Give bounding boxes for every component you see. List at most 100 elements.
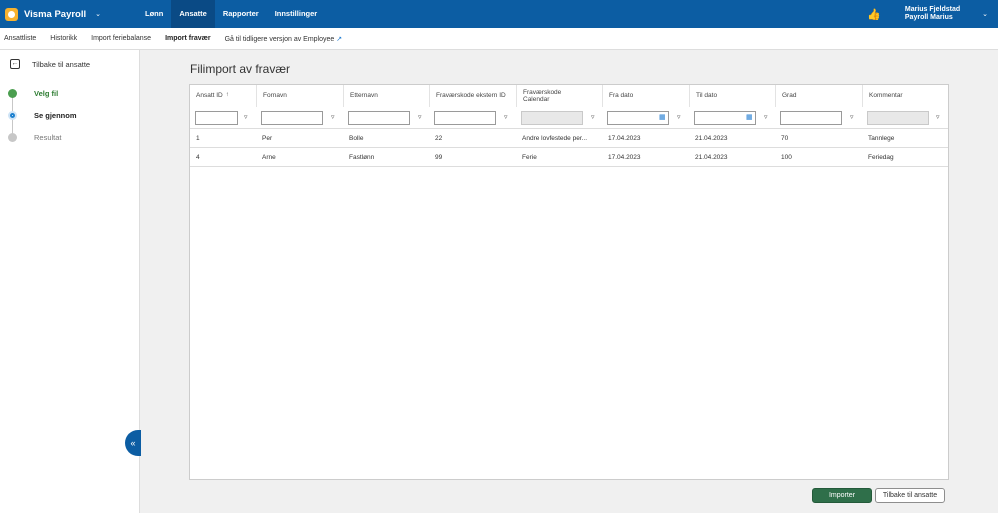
nav-innstillinger[interactable]: Innstillinger xyxy=(267,0,326,28)
user-company: Payroll Marius xyxy=(904,14,953,21)
col-header-fornavn[interactable]: Fornavn xyxy=(256,85,343,107)
col-header-fravaerskode-calendar[interactable]: Fraværskode Calendar xyxy=(516,85,602,107)
chevron-down-icon[interactable]: ⌄ xyxy=(982,10,988,18)
cell-fravaerskode-calendar: Andre lovfestede per... xyxy=(522,135,588,142)
cell-fravaerskode-calendar: Ferie xyxy=(522,154,537,161)
back-label: Tilbake til ansatte xyxy=(32,59,91,69)
import-button[interactable]: Importer xyxy=(812,488,872,503)
filter-etternavn-input[interactable] xyxy=(348,111,410,125)
calendar-icon[interactable]: ▦ xyxy=(659,113,666,121)
grid-header: Ansatt ID ↑ Fornavn Etternavn Fraværskode… xyxy=(190,85,948,107)
step-current-icon xyxy=(8,110,17,120)
filter-fornavn: ▿ xyxy=(256,110,343,126)
col-label: Fra dato xyxy=(609,92,634,100)
filter-icon[interactable]: ▿ xyxy=(936,113,940,121)
cell-fornavn: Arne xyxy=(262,154,276,161)
col-label: Fornavn xyxy=(263,92,287,100)
tab-old-employee-label: Gå til tidligere versjon av Employee xyxy=(224,35,335,43)
cell-fra-dato: 17.04.2023 xyxy=(608,135,641,142)
filter-fravaerskode-ekstern-id: ▿ xyxy=(429,110,516,126)
cell-kommentar: Tannlege xyxy=(868,135,895,142)
filter-icon[interactable]: ▿ xyxy=(331,113,335,121)
tab-historikk[interactable]: Historikk xyxy=(43,35,84,42)
sort-ascending-icon: ↑ xyxy=(225,92,229,99)
table-row[interactable]: 1 Per Bolle 22 Andre lovfestede per... 1… xyxy=(190,129,948,148)
cell-etternavn: Bolle xyxy=(349,135,364,142)
col-label: Fraværskode ekstern ID xyxy=(436,92,506,100)
filter-kommentar: ▿ xyxy=(862,110,948,126)
step-velg-fil[interactable]: Velg fil xyxy=(8,82,77,104)
filter-fravaerskode-ekstern-id-input[interactable] xyxy=(434,111,496,125)
col-header-til-dato[interactable]: Til dato xyxy=(689,85,775,107)
filter-til-dato: ▦ ▿ xyxy=(689,110,775,126)
user-name: Marius Fjeldstad xyxy=(904,6,961,13)
table-row[interactable]: 4 Arne Fastlønn 99 Ferie 17.04.2023 21.0… xyxy=(190,148,948,167)
wizard-steps: Velg fil Se gjennom Resultat xyxy=(8,82,77,148)
filter-grad-input[interactable] xyxy=(780,111,842,125)
user-info[interactable]: Marius Fjeldstad Payroll Marius xyxy=(905,6,960,22)
filter-fornavn-input[interactable] xyxy=(261,111,323,125)
cell-fravaerskode-ekstern-id: 22 xyxy=(435,135,443,142)
nav-lonn[interactable]: Lønn xyxy=(137,0,171,28)
filter-icon[interactable]: ▿ xyxy=(677,113,681,121)
tab-old-employee[interactable]: Gå til tidligere versjon av Employee ↗ xyxy=(218,35,350,43)
back-to-employees-button[interactable]: Tilbake til ansatte xyxy=(875,488,945,503)
col-label: Kommentar xyxy=(869,92,903,100)
tab-import-fravaer[interactable]: Import fravær xyxy=(158,35,218,42)
top-bar: Visma Payroll ⌄ Lønn Ansatte Rapporter I… xyxy=(0,0,998,28)
filter-ansatt-id-input[interactable] xyxy=(195,111,238,125)
filter-fravaerskode-calendar-input xyxy=(521,111,583,125)
cell-ansatt-id: 4 xyxy=(196,154,200,161)
filter-icon[interactable]: ▿ xyxy=(418,113,422,121)
filter-kommentar-input xyxy=(867,111,929,125)
col-header-fra-dato[interactable]: Fra dato xyxy=(602,85,689,107)
cell-til-dato: 21.04.2023 xyxy=(695,135,728,142)
calendar-icon[interactable]: ▦ xyxy=(746,113,753,121)
back-to-employees-link[interactable]: ← Tilbake til ansatte xyxy=(10,59,90,69)
filter-grad: ▿ xyxy=(775,110,862,126)
filter-fra-dato: ▦ ▿ xyxy=(602,110,689,126)
cell-fra-dato: 17.04.2023 xyxy=(608,154,641,161)
filter-icon[interactable]: ▿ xyxy=(850,113,854,121)
filter-icon[interactable]: ▿ xyxy=(764,113,768,121)
col-header-fravaerskode-ekstern-id[interactable]: Fraværskode ekstern ID xyxy=(429,85,516,107)
cell-grad: 100 xyxy=(781,154,792,161)
filter-icon[interactable]: ▿ xyxy=(244,113,248,121)
step-resultat: Resultat xyxy=(8,126,77,148)
step-label: Velg fil xyxy=(34,88,59,98)
col-label: Til dato xyxy=(696,92,718,100)
cell-kommentar: Feriedag xyxy=(868,154,894,161)
step-done-icon xyxy=(8,88,17,98)
step-todo-icon xyxy=(8,132,17,142)
nav-rapporter[interactable]: Rapporter xyxy=(215,0,267,28)
col-header-kommentar[interactable]: Kommentar xyxy=(862,85,948,107)
filter-ansatt-id: ▿ xyxy=(190,110,256,126)
cell-fornavn: Per xyxy=(262,135,273,142)
main-nav: Lønn Ansatte Rapporter Innstillinger xyxy=(137,0,325,28)
tab-import-feriebalanse[interactable]: Import feriebalanse xyxy=(84,35,158,42)
sub-nav: Ansattliste Historikk Import feriebalans… xyxy=(0,28,998,50)
col-header-ansatt-id[interactable]: Ansatt ID ↑ xyxy=(190,85,256,107)
filter-icon[interactable]: ▿ xyxy=(504,113,508,121)
filter-icon[interactable]: ▿ xyxy=(591,113,595,121)
external-link-icon: ↗ xyxy=(336,35,343,43)
app-title: Visma Payroll xyxy=(24,8,87,20)
col-label: Grad xyxy=(782,92,797,100)
page-title: Filimport av fravær xyxy=(190,62,291,76)
step-label: Se gjennom xyxy=(34,110,77,120)
user-menu[interactable]: 👍 Marius Fjeldstad Payroll Marius ⌄ xyxy=(867,0,998,28)
app-switcher[interactable]: Visma Payroll ⌄ xyxy=(0,0,137,28)
visma-logo-icon xyxy=(5,7,18,21)
cell-ansatt-id: 1 xyxy=(196,135,200,142)
double-chevron-left-icon: « xyxy=(130,438,136,448)
col-header-etternavn[interactable]: Etternavn xyxy=(343,85,429,107)
col-header-grad[interactable]: Grad xyxy=(775,85,862,107)
cell-fravaerskode-ekstern-id: 99 xyxy=(435,154,443,161)
thumbs-up-icon[interactable]: 👍 xyxy=(867,8,881,21)
nav-ansatte[interactable]: Ansatte xyxy=(171,0,215,28)
filter-row: ▿ ▿ ▿ ▿ ▿ ▦ ▿ ▦ ▿ ▿ ▿ xyxy=(190,107,948,129)
step-label: Resultat xyxy=(34,132,62,142)
tab-ansattliste[interactable]: Ansattliste xyxy=(0,35,43,42)
cell-grad: 70 xyxy=(781,135,789,142)
cell-til-dato: 21.04.2023 xyxy=(695,154,728,161)
